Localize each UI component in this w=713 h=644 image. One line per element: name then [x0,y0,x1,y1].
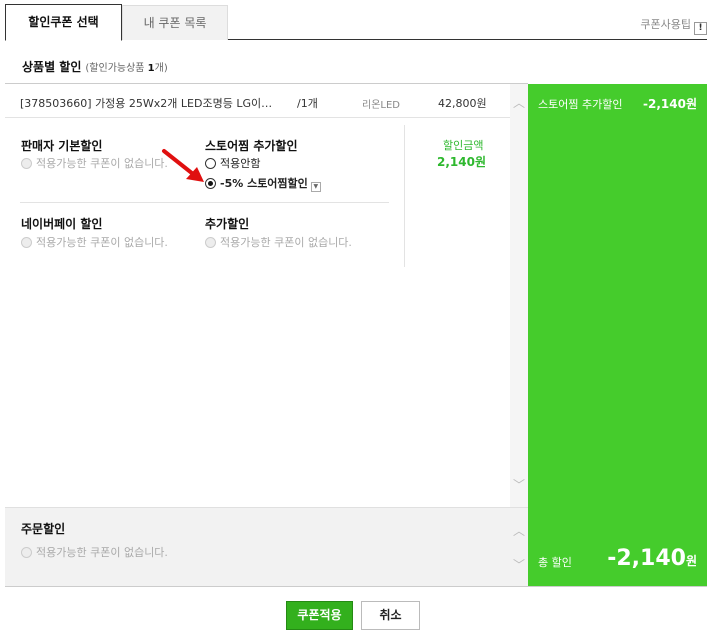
summary-line-label: 스토어찜 추가할인 [538,98,623,111]
coupon-tip-label: 쿠폰사용팁 [640,18,691,31]
scroll-up-icon[interactable]: ︿ [513,94,525,111]
total-discount-unit: 원 [685,554,697,568]
section-sub-prefix: (할인가능상품 [85,63,148,74]
order-discount-title: 주문할인 [21,522,66,536]
total-discount-number: -2,140 [607,546,686,571]
total-discount-value: -2,140원 [607,546,697,571]
product-row: [378503660] 가정용 25Wx2개 LED조명등 LG이… /1개 리… [20,95,490,111]
discount-amount-label: 할인금액 [443,139,484,152]
section-title: 상품별 할인 (할인가능상품 1개) [22,58,168,75]
dropdown-icon[interactable]: ▼ [310,182,321,192]
store-extra-option-none[interactable]: 적용안함 [205,155,260,171]
radio-disabled [21,547,32,558]
discount-summary-panel: 스토어찜 추가할인 -2,140원 총 할인 -2,140원 [528,84,707,586]
tab-my-coupon-list[interactable]: 내 쿠폰 목록 [122,5,228,40]
apply-coupon-button[interactable]: 쿠폰적용 [286,601,353,630]
discount-amount-value: 2,140원 [437,155,486,169]
store-extra-option-selected-label: -5% 스토어찜할인 [220,177,308,190]
summary-line-value: -2,140원 [643,97,697,111]
product-list-scrollbar[interactable]: ︿ ﹀ [510,84,528,507]
divider [404,125,405,267]
extra-discount-title: 추가할인 [205,217,250,231]
naverpay-discount-title: 네이버페이 할인 [21,217,103,231]
extra-discount-option: 적용가능한 쿠폰이 없습니다. [205,234,352,250]
coupon-tip-link[interactable]: 쿠폰사용팁! [640,16,707,35]
seller-basic-option-label: 적용가능한 쿠폰이 없습니다. [36,157,168,170]
product-seller: 리온LED [362,100,400,111]
order-discount-option: 적용가능한 쿠폰이 없습니다. [21,544,168,560]
scroll-down-icon[interactable]: ﹀ [513,476,525,493]
order-option-label: 적용가능한 쿠폰이 없습니다. [36,546,168,559]
info-icon: ! [694,22,707,35]
extra-option-label: 적용가능한 쿠폰이 없습니다. [220,236,352,249]
scroll-down-icon[interactable]: ﹀ [513,556,525,573]
section-title-text: 상품별 할인 [22,60,82,74]
section-sub-count: 1 [147,63,155,74]
tab-discount-coupon-select[interactable]: 할인쿠폰 선택 [5,4,122,41]
divider [5,117,510,118]
naverpay-discount-option: 적용가능한 쿠폰이 없습니다. [21,234,168,250]
tab-bar: 할인쿠폰 선택 내 쿠폰 목록 쿠폰사용팁! [5,4,707,41]
radio-disabled [205,237,216,248]
radio-button[interactable] [205,158,216,169]
store-extra-option-none-label: 적용안함 [220,157,261,170]
red-arrow-annotation [162,149,204,182]
order-discount-section: 주문할인 적용가능한 쿠폰이 없습니다. ︿ ﹀ [5,507,528,586]
naverpay-option-label: 적용가능한 쿠폰이 없습니다. [36,236,168,249]
section-subtitle: (할인가능상품 1개) [85,63,167,74]
total-discount-label: 총 할인 [538,556,572,569]
radio-button-checked[interactable] [205,178,216,189]
divider [5,586,707,587]
radio-disabled [21,237,32,248]
divider [5,83,528,84]
scroll-up-icon[interactable]: ︿ [513,522,525,539]
product-price: 42,800원 [438,97,487,110]
product-quantity: /1개 [297,97,318,110]
seller-basic-discount-title: 판매자 기본할인 [21,139,103,153]
radio-disabled [21,158,32,169]
product-name: [378503660] 가정용 25Wx2개 LED조명등 LG이… [20,97,273,110]
store-extra-discount-title: 스토어찜 추가할인 [205,139,298,153]
seller-basic-discount-option: 적용가능한 쿠폰이 없습니다. [21,155,168,171]
cancel-button[interactable]: 취소 [361,601,420,630]
store-extra-option-selected[interactable]: -5% 스토어찜할인 ▼ [205,175,321,192]
divider [20,202,389,203]
section-sub-suffix: 개) [154,63,168,74]
